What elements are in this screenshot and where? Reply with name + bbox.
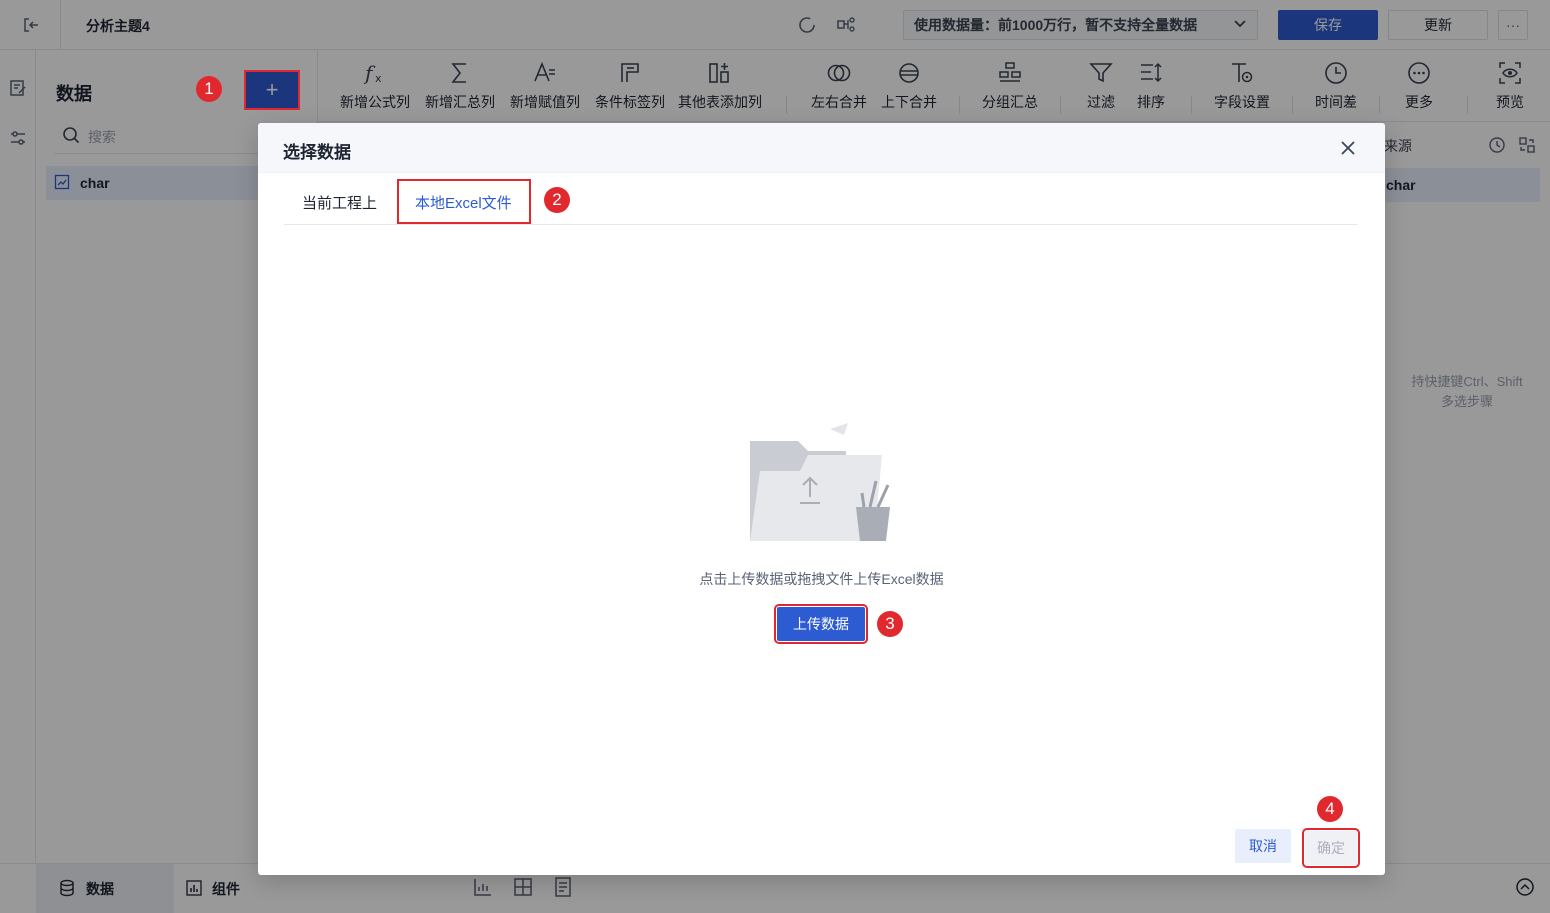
tab-current-project[interactable]: 当前工程上: [302, 179, 377, 225]
confirm-button[interactable]: 确定: [1302, 828, 1360, 868]
folder-upload-illustration: [748, 419, 898, 547]
annotation-highlight-add: [244, 70, 300, 110]
annotation-badge-1: 1: [196, 76, 222, 102]
annotation-badge-3: 3: [877, 611, 903, 637]
cancel-button[interactable]: 取消: [1235, 829, 1291, 863]
annotation-badge-4: 4: [1317, 796, 1343, 822]
dialog-title: 选择数据: [283, 143, 351, 162]
upload-hint-text: 点击上传数据或拖拽文件上传Excel数据: [699, 571, 944, 587]
close-icon[interactable]: [1337, 137, 1359, 159]
select-data-dialog: 选择数据 当前工程上 本地Excel文件 2 点击上传数据或拖拽文件上传Exce…: [258, 123, 1385, 875]
dialog-header: 选择数据: [258, 123, 1385, 173]
annotation-highlight-excel-tab: [397, 179, 531, 224]
annotation-badge-2: 2: [544, 187, 570, 213]
upload-data-button[interactable]: 上传数据: [774, 604, 868, 644]
